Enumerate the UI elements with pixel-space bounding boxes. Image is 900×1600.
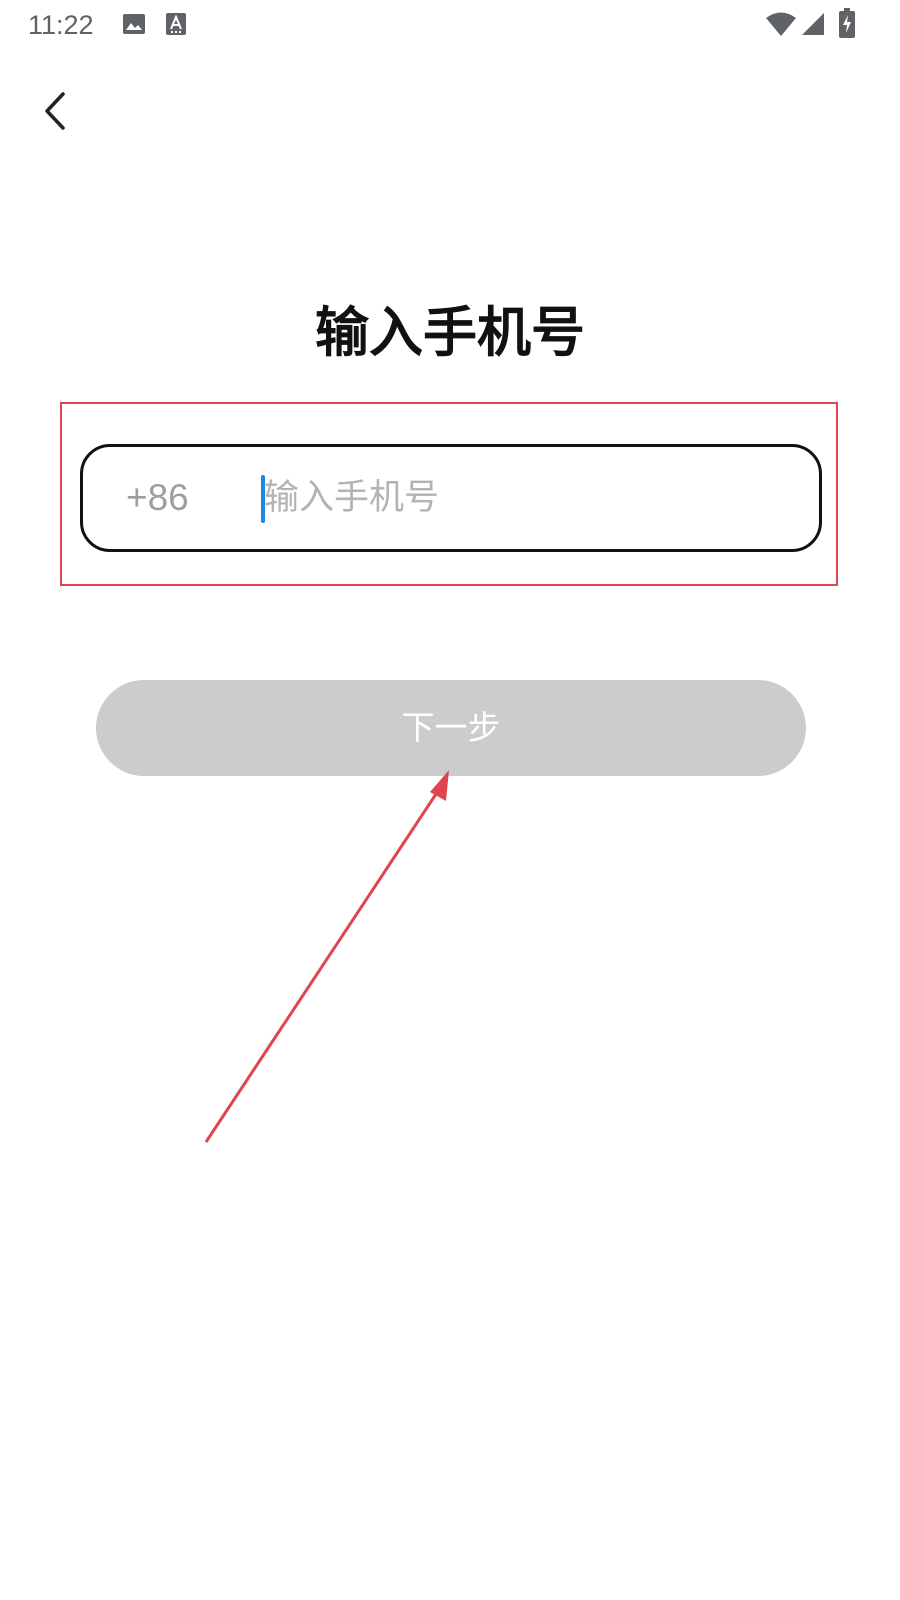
country-code-selector[interactable]: +86 [126, 447, 189, 549]
status-time: 11:22 [28, 10, 94, 40]
annotation-arrow-shaft [204, 787, 442, 1143]
text-a-icon [166, 13, 186, 35]
status-bar: 11:22 [0, 0, 900, 50]
annotation-arrow [204, 770, 449, 1143]
phone-field[interactable]: +86 [80, 444, 822, 552]
next-button[interactable]: 下一步 [96, 680, 806, 776]
cell-signal-icon [802, 13, 824, 35]
battery-charging-icon [839, 8, 855, 38]
back-button[interactable] [30, 78, 86, 142]
chevron-left-icon [45, 92, 65, 130]
image-icon [123, 14, 145, 34]
phone-input[interactable] [260, 471, 784, 525]
wifi-icon [766, 12, 796, 36]
page-title: 输入手机号 [315, 301, 585, 364]
text-cursor [261, 475, 265, 523]
